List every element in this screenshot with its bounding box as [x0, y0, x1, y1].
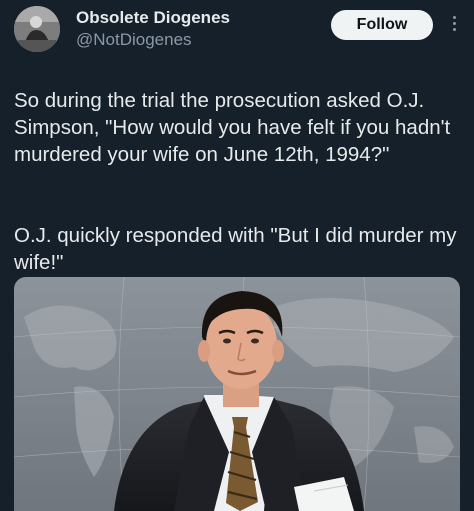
avatar-photo-icon	[14, 6, 60, 52]
user-handle[interactable]: @NotDiogenes	[76, 29, 230, 51]
avatar[interactable]	[14, 6, 60, 52]
follow-button[interactable]: Follow	[331, 10, 433, 40]
display-name[interactable]: Obsolete Diogenes	[76, 8, 230, 28]
tweet-media[interactable]	[14, 277, 460, 511]
news-anchor-photo-icon	[14, 277, 460, 511]
tweet-paragraph: So during the trial the prosecution aske…	[14, 89, 451, 166]
tweet-paragraph: O.J. quickly responded with "But I did m…	[14, 224, 457, 274]
tweet-header: Obsolete Diogenes @NotDiogenes Follow	[14, 6, 462, 54]
author-names: Obsolete Diogenes @NotDiogenes	[76, 8, 230, 51]
more-vertical-icon[interactable]	[451, 16, 457, 34]
